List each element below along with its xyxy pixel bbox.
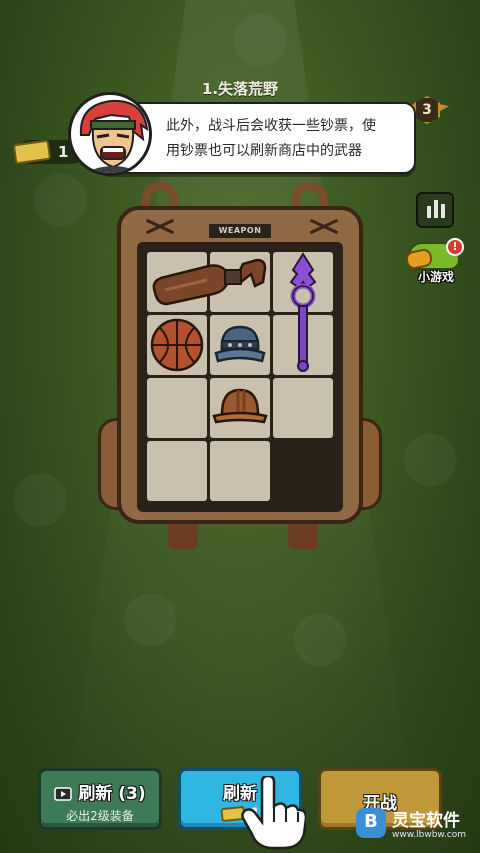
free-refresh-subtitle: 必出2级装备 <box>66 809 134 823</box>
stitch-x-icon <box>309 218 339 234</box>
rank-value: 3 <box>414 96 440 124</box>
currency-amount: 1 <box>58 143 69 161</box>
staff-icon[interactable] <box>273 252 333 375</box>
minigame-label: 小游戏 <box>417 270 454 284</box>
hard-hat-icon[interactable] <box>210 378 270 438</box>
free-refresh-button[interactable]: 刷新 (3) 必出2级装备 <box>38 768 162 830</box>
tutorial-hand-pointer-icon <box>241 776 306 850</box>
video-ad-icon <box>54 787 73 801</box>
helmet-blue-icon[interactable] <box>210 315 270 375</box>
inventory-slot[interactable] <box>147 441 207 501</box>
dialog-text-line-1: 此外，战斗后会收获一些钞票，使 <box>166 118 376 134</box>
backpack-header: WEAPON <box>121 210 359 242</box>
stitch-x-icon <box>145 218 175 234</box>
inventory-slot[interactable] <box>147 378 207 438</box>
bottle-icon[interactable] <box>147 252 270 312</box>
basketball-icon[interactable] <box>147 315 207 375</box>
banknote-icon <box>12 139 52 165</box>
watermark: 灵宝软件 www.lbwbw.com <box>356 806 476 850</box>
dialog-text-line-2: 用钞票也可以刷新商店中的武器 <box>166 143 362 159</box>
watermark-name: 灵宝软件 <box>392 811 460 831</box>
weapon-tag: WEAPON <box>209 224 271 238</box>
leaderboard-button[interactable] <box>416 192 454 228</box>
minigame-button[interactable]: ! 小游戏 <box>404 238 468 290</box>
free-refresh-label: 刷新 (3) <box>78 784 146 804</box>
backpack-inventory: WEAPON <box>117 206 363 524</box>
watermark-logo-icon <box>356 808 386 838</box>
watermark-url: www.lbwbw.com <box>392 830 467 840</box>
inventory-slot[interactable] <box>273 378 333 438</box>
inventory-grid <box>137 242 343 512</box>
notification-badge: ! <box>446 238 464 256</box>
inventory-slot[interactable] <box>210 441 270 501</box>
guide-character-avatar <box>68 92 152 176</box>
bar-chart-icon <box>427 206 431 218</box>
